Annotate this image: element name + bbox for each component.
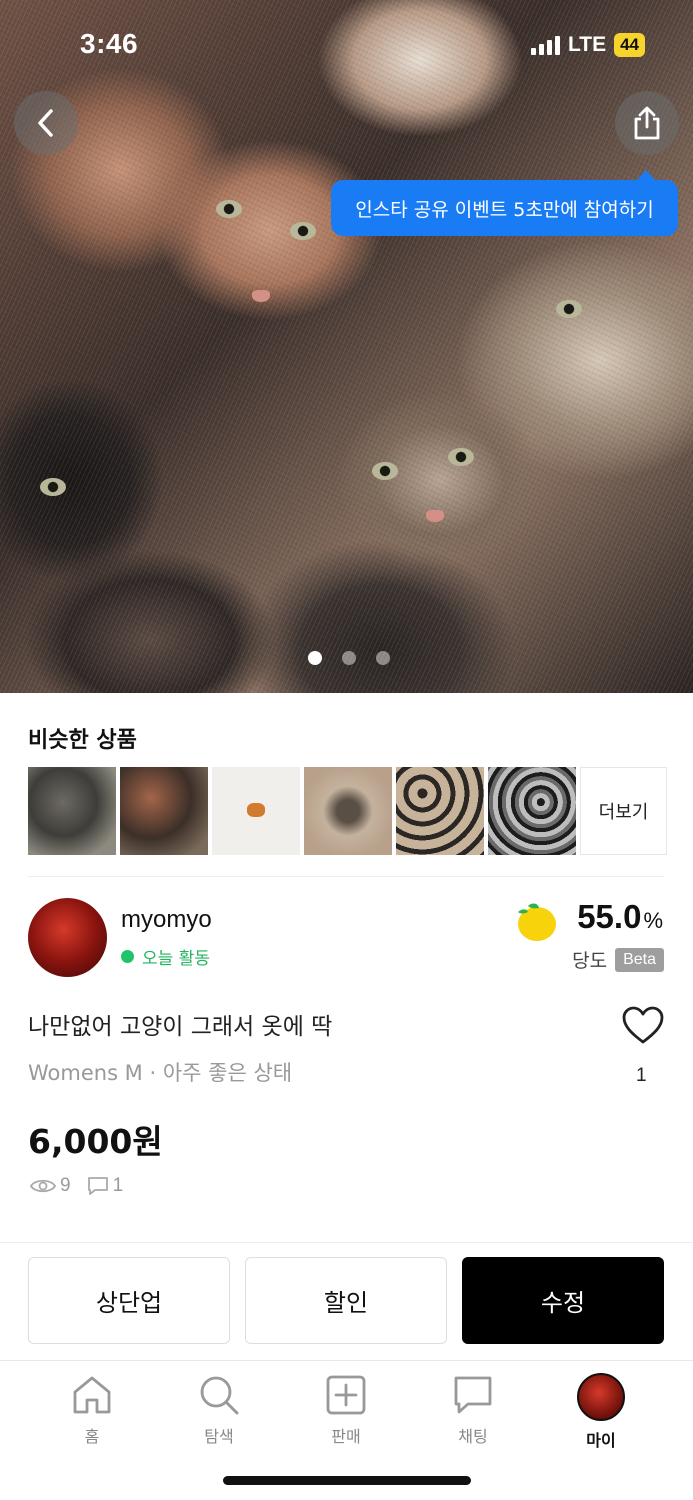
tab-my-label: 마이: [586, 1431, 616, 1450]
similar-item-thumbnail[interactable]: [396, 767, 484, 855]
heart-icon[interactable]: [621, 1005, 665, 1045]
product-price: 6,000원: [28, 1122, 163, 1161]
comment-count: 1: [112, 1175, 124, 1196]
product-stats: 9 1: [30, 1175, 123, 1197]
edit-button[interactable]: 수정: [462, 1257, 664, 1344]
tab-sell-label: 판매: [331, 1427, 361, 1446]
discount-button[interactable]: 할인: [245, 1257, 447, 1344]
seller-activity-text: 오늘 활동: [142, 949, 210, 969]
seller-name[interactable]: myomyo: [121, 906, 212, 934]
similar-item-thumbnail[interactable]: [488, 767, 576, 855]
battery-level: 44: [614, 33, 645, 57]
plus-square-icon: [326, 1375, 366, 1415]
similar-item-thumbnail[interactable]: [120, 767, 208, 855]
action-bar-divider: [0, 1242, 693, 1243]
product-photo-texture: [0, 0, 693, 693]
similar-item-thumbnail[interactable]: [28, 767, 116, 855]
similar-item-thumbnail[interactable]: [212, 767, 300, 855]
product-meta: Womens M · 아주 좋은 상태: [28, 1061, 293, 1085]
similar-items-list: 더보기: [28, 767, 667, 855]
eye-icon: [30, 1179, 56, 1193]
like-count: 1: [636, 1065, 647, 1086]
product-image-carousel[interactable]: 3:46 LTE 44 인스타 공유 이벤트 5초만에 참여하기: [0, 0, 693, 693]
cat-eye-decoration: [40, 478, 66, 496]
view-count: 9: [60, 1175, 71, 1196]
pagination-dot[interactable]: [342, 651, 356, 665]
sweetness-label: 당도: [572, 950, 608, 972]
beta-badge: Beta: [615, 947, 664, 972]
similar-item-thumbnail[interactable]: [304, 767, 392, 855]
chevron-left-icon: [38, 109, 53, 137]
tab-home-label: 홈: [84, 1427, 100, 1446]
cat-eye-decoration: [372, 462, 398, 480]
seller-avatar[interactable]: [28, 898, 107, 977]
seller-activity: 오늘 활동: [121, 944, 210, 969]
chat-icon: [454, 1376, 492, 1414]
comment-icon: [87, 1177, 108, 1195]
tabbar-divider: [0, 1360, 693, 1361]
tab-my[interactable]: 마이: [556, 1373, 646, 1451]
pagination-dot[interactable]: [308, 651, 322, 665]
product-title: 나만없어 고양이 그래서 옷에 딱: [28, 1014, 333, 1040]
sweetness-score: 55.0%: [577, 898, 663, 935]
status-time: 3:46: [80, 28, 139, 59]
carousel-pagination: [308, 651, 390, 665]
bump-button[interactable]: 상단업: [28, 1257, 230, 1344]
tab-home[interactable]: 홈: [47, 1373, 137, 1447]
cat-nose-decoration: [252, 290, 270, 302]
network-type: LTE: [567, 33, 607, 56]
instagram-share-event-tooltip[interactable]: 인스타 공유 이벤트 5초만에 참여하기: [331, 170, 678, 236]
sweetness-label-row: 당도 Beta: [572, 946, 664, 973]
cat-eye-decoration: [448, 448, 474, 466]
signal-icon: [530, 35, 560, 55]
home-indicator: [223, 1476, 471, 1485]
my-avatar: [577, 1373, 625, 1421]
more-similar-button[interactable]: 더보기: [580, 767, 667, 855]
cat-eye-decoration: [290, 222, 316, 240]
pagination-dot[interactable]: [376, 651, 390, 665]
share-icon: [634, 106, 660, 140]
tab-explore-label: 탐색: [204, 1427, 234, 1446]
home-icon: [73, 1376, 111, 1414]
lemon-icon: [518, 903, 556, 941]
share-button[interactable]: [615, 91, 679, 155]
cat-eye-decoration: [556, 300, 582, 318]
cat-eye-decoration: [216, 200, 242, 218]
tab-chat-label: 채팅: [458, 1427, 488, 1446]
status-indicators: LTE 44: [530, 33, 645, 57]
active-status-dot: [121, 950, 134, 963]
tab-explore[interactable]: 탐색: [174, 1373, 264, 1447]
tab-chat[interactable]: 채팅: [428, 1373, 518, 1447]
search-icon: [200, 1376, 239, 1415]
cat-nose-decoration: [426, 510, 444, 522]
back-button[interactable]: [14, 91, 78, 155]
section-divider: [28, 876, 664, 877]
tab-sell[interactable]: 판매: [301, 1373, 391, 1447]
similar-items-title: 비슷한 상품: [28, 728, 137, 753]
